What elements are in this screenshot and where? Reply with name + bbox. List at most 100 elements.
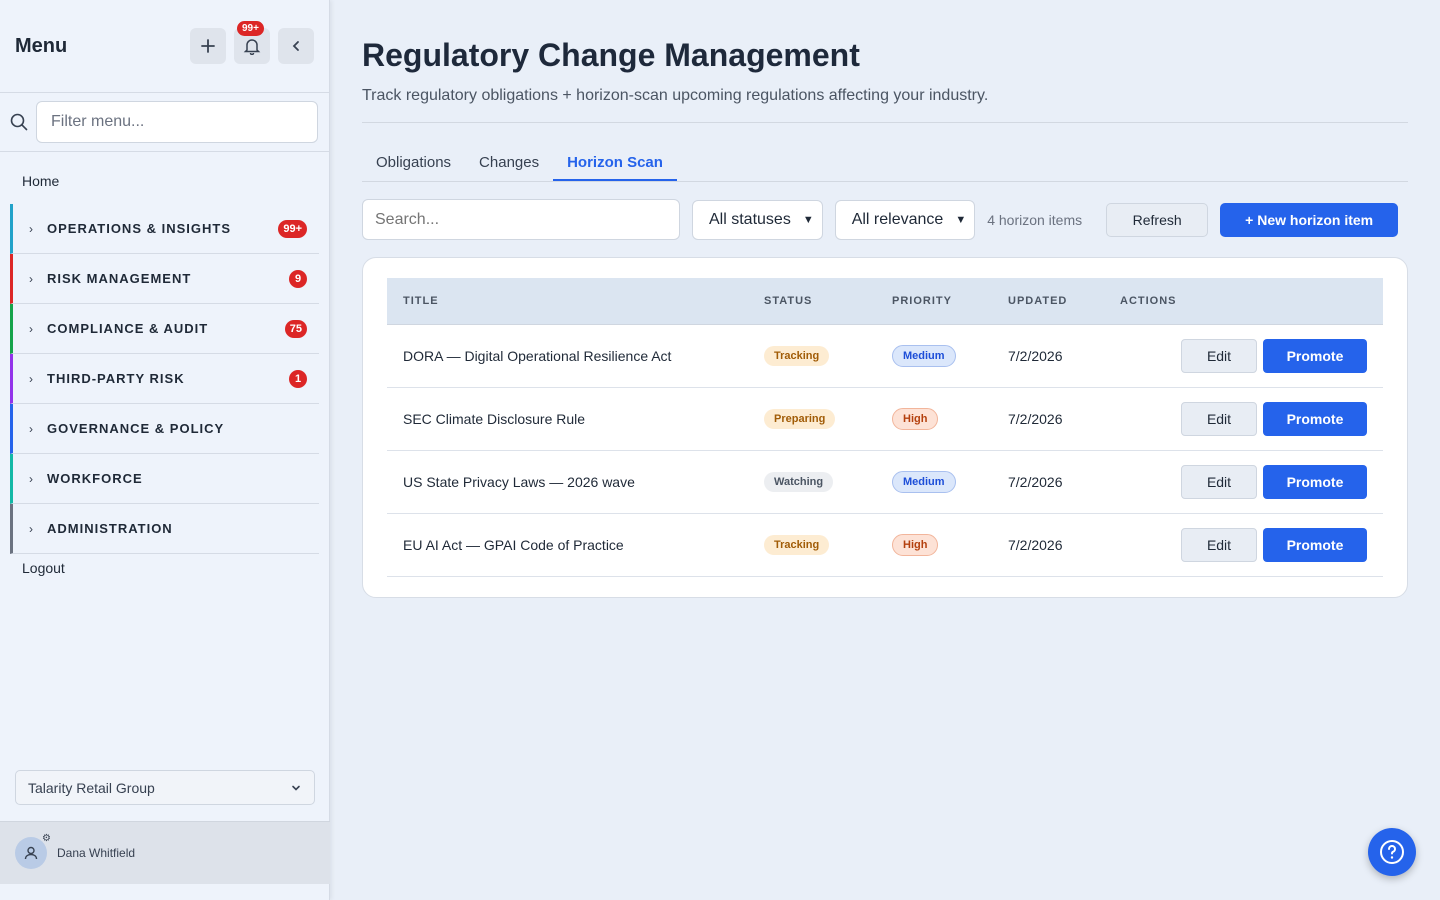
sidebar-group-compliance-audit[interactable]: › COMPLIANCE & AUDIT 75 — [10, 304, 319, 354]
sidebar-group-label: THIRD-PARTY RISK — [47, 371, 185, 386]
add-button[interactable] — [190, 28, 226, 64]
edit-button[interactable]: Edit — [1181, 402, 1257, 436]
chevron-down-icon: ▼ — [955, 213, 967, 226]
status-badge: Preparing — [764, 409, 836, 429]
row-updated: 7/2/2026 — [1008, 348, 1063, 364]
header-title: TITLE — [403, 295, 439, 307]
notifications-button[interactable]: 99+ — [234, 21, 270, 64]
chevron-right-icon: › — [29, 321, 33, 336]
horizon-table-card: TITLE STATUS PRIORITY UPDATED ACTIONS DO… — [362, 257, 1408, 598]
chevron-right-icon: › — [29, 271, 33, 286]
divider — [362, 122, 1408, 123]
sidebar-group-badge: 75 — [284, 319, 307, 338]
user-profile[interactable]: ⚙ Dana Whitfield — [0, 821, 330, 884]
user-icon — [24, 846, 38, 860]
sidebar-group-badge: 1 — [289, 369, 307, 388]
sidebar-item-home[interactable]: Home — [0, 158, 329, 204]
row-updated: 7/2/2026 — [1008, 411, 1063, 427]
refresh-button[interactable]: Refresh — [1106, 202, 1209, 237]
chevron-down-icon: ▼ — [802, 213, 814, 226]
page-title: Regulatory Change Management — [362, 37, 860, 73]
sidebar-group-label: RISK MANAGEMENT — [47, 271, 192, 286]
sidebar-group-label: OPERATIONS & INSIGHTS — [47, 221, 231, 236]
chevron-right-icon: › — [29, 521, 33, 536]
table-row: SEC Climate Disclosure Rule Preparing Hi… — [387, 388, 1383, 451]
sidebar-group-label: GOVERNANCE & POLICY — [47, 421, 225, 436]
plus-icon — [201, 39, 215, 53]
bell-icon — [243, 39, 261, 55]
priority-badge: High — [892, 408, 939, 430]
tab-horizon-scan[interactable]: Horizon Scan — [553, 143, 677, 181]
sidebar-group-badge: 9 — [289, 269, 307, 288]
user-name: Dana Whitfield — [57, 846, 136, 860]
table-header: TITLE STATUS PRIORITY UPDATED ACTIONS — [387, 278, 1383, 325]
search-input[interactable] — [362, 199, 680, 240]
table-row: DORA — Digital Operational Resilience Ac… — [387, 325, 1383, 388]
status-filter-value: All statuses — [709, 210, 791, 228]
sidebar-group-badge: 99+ — [278, 219, 307, 238]
tab-bar: Obligations Changes Horizon Scan — [362, 143, 1408, 182]
sidebar-filter — [0, 93, 329, 152]
relevance-filter-value: All relevance — [851, 210, 944, 228]
row-title: DORA — Digital Operational Resilience Ac… — [403, 348, 672, 364]
help-icon — [1380, 840, 1404, 864]
sidebar-item-logout[interactable]: Logout — [0, 554, 329, 582]
sidebar-group-administration[interactable]: › ADMINISTRATION — [10, 504, 319, 554]
promote-button[interactable]: Promote — [1263, 402, 1367, 436]
sidebar-group-workforce[interactable]: › WORKFORCE — [10, 454, 319, 504]
sidebar-title: Menu — [15, 34, 68, 57]
chevron-right-icon: › — [29, 471, 33, 486]
sidebar-group-governance-policy[interactable]: › GOVERNANCE & POLICY — [10, 404, 319, 454]
edit-button[interactable]: Edit — [1181, 528, 1257, 562]
notification-badge: 99+ — [237, 21, 264, 36]
table-row: EU AI Act — GPAI Code of Practice Tracki… — [387, 514, 1383, 577]
main-content: Regulatory Change Management Track regul… — [362, 0, 1408, 598]
header-priority: PRIORITY — [892, 295, 952, 307]
row-title: US State Privacy Laws — 2026 wave — [403, 474, 635, 490]
sidebar: Menu 99+ Home › OPERATIONS & INSIGHTS 99+… — [0, 0, 330, 900]
row-updated: 7/2/2026 — [1008, 537, 1063, 553]
status-badge: Tracking — [764, 535, 830, 555]
toolbar: All statuses ▼ All relevance ▼ 4 horizon… — [362, 199, 1408, 240]
item-count: 4 horizon items — [987, 211, 1083, 228]
organization-select[interactable]: Talarity Retail Group — [15, 770, 315, 805]
help-button[interactable] — [1368, 828, 1416, 876]
promote-button[interactable]: Promote — [1263, 465, 1367, 499]
promote-button[interactable]: Promote — [1263, 339, 1367, 373]
sidebar-group-third-party-risk[interactable]: › THIRD-PARTY RISK 1 — [10, 354, 319, 404]
sidebar-header: Menu 99+ — [0, 0, 329, 93]
priority-badge: Medium — [892, 345, 956, 367]
status-badge: Watching — [764, 472, 834, 492]
header-updated: UPDATED — [1008, 295, 1068, 307]
table-row: US State Privacy Laws — 2026 wave Watchi… — [387, 451, 1383, 514]
sidebar-group-label: COMPLIANCE & AUDIT — [47, 321, 209, 336]
row-title: EU AI Act — GPAI Code of Practice — [403, 537, 624, 553]
header-actions: ACTIONS — [1120, 295, 1177, 307]
search-icon — [10, 113, 28, 131]
sidebar-group-label: WORKFORCE — [47, 471, 143, 486]
new-horizon-item-button[interactable]: + New horizon item — [1220, 202, 1399, 237]
sidebar-nav: Home › OPERATIONS & INSIGHTS 99+ › RISK MA… — [0, 152, 329, 582]
sidebar-group-operations-insights[interactable]: › OPERATIONS & INSIGHTS 99+ — [10, 204, 319, 254]
avatar[interactable]: ⚙ — [15, 833, 51, 869]
chevron-left-icon — [292, 41, 299, 51]
row-updated: 7/2/2026 — [1008, 474, 1063, 490]
promote-button[interactable]: Promote — [1263, 528, 1367, 562]
sidebar-group-risk-management[interactable]: › RISK MANAGEMENT 9 — [10, 254, 319, 304]
status-filter-select[interactable]: All statuses ▼ — [692, 199, 823, 240]
page-subtitle: Track regulatory obligations + horizon-s… — [362, 87, 989, 104]
edit-button[interactable]: Edit — [1181, 339, 1257, 373]
filter-menu-input[interactable] — [36, 101, 318, 143]
chevron-right-icon: › — [29, 221, 33, 236]
edit-button[interactable]: Edit — [1181, 465, 1257, 499]
tab-changes[interactable]: Changes — [465, 143, 553, 181]
relevance-filter-select[interactable]: All relevance ▼ — [834, 199, 976, 240]
tab-obligations[interactable]: Obligations — [362, 143, 465, 181]
priority-badge: Medium — [892, 471, 956, 493]
collapse-sidebar-button[interactable] — [278, 28, 314, 64]
organization-name: Talarity Retail Group — [28, 779, 155, 796]
priority-badge: High — [892, 534, 939, 556]
chevron-right-icon: › — [29, 421, 33, 436]
chevron-right-icon: › — [29, 371, 33, 386]
gear-icon: ⚙ — [42, 833, 51, 844]
